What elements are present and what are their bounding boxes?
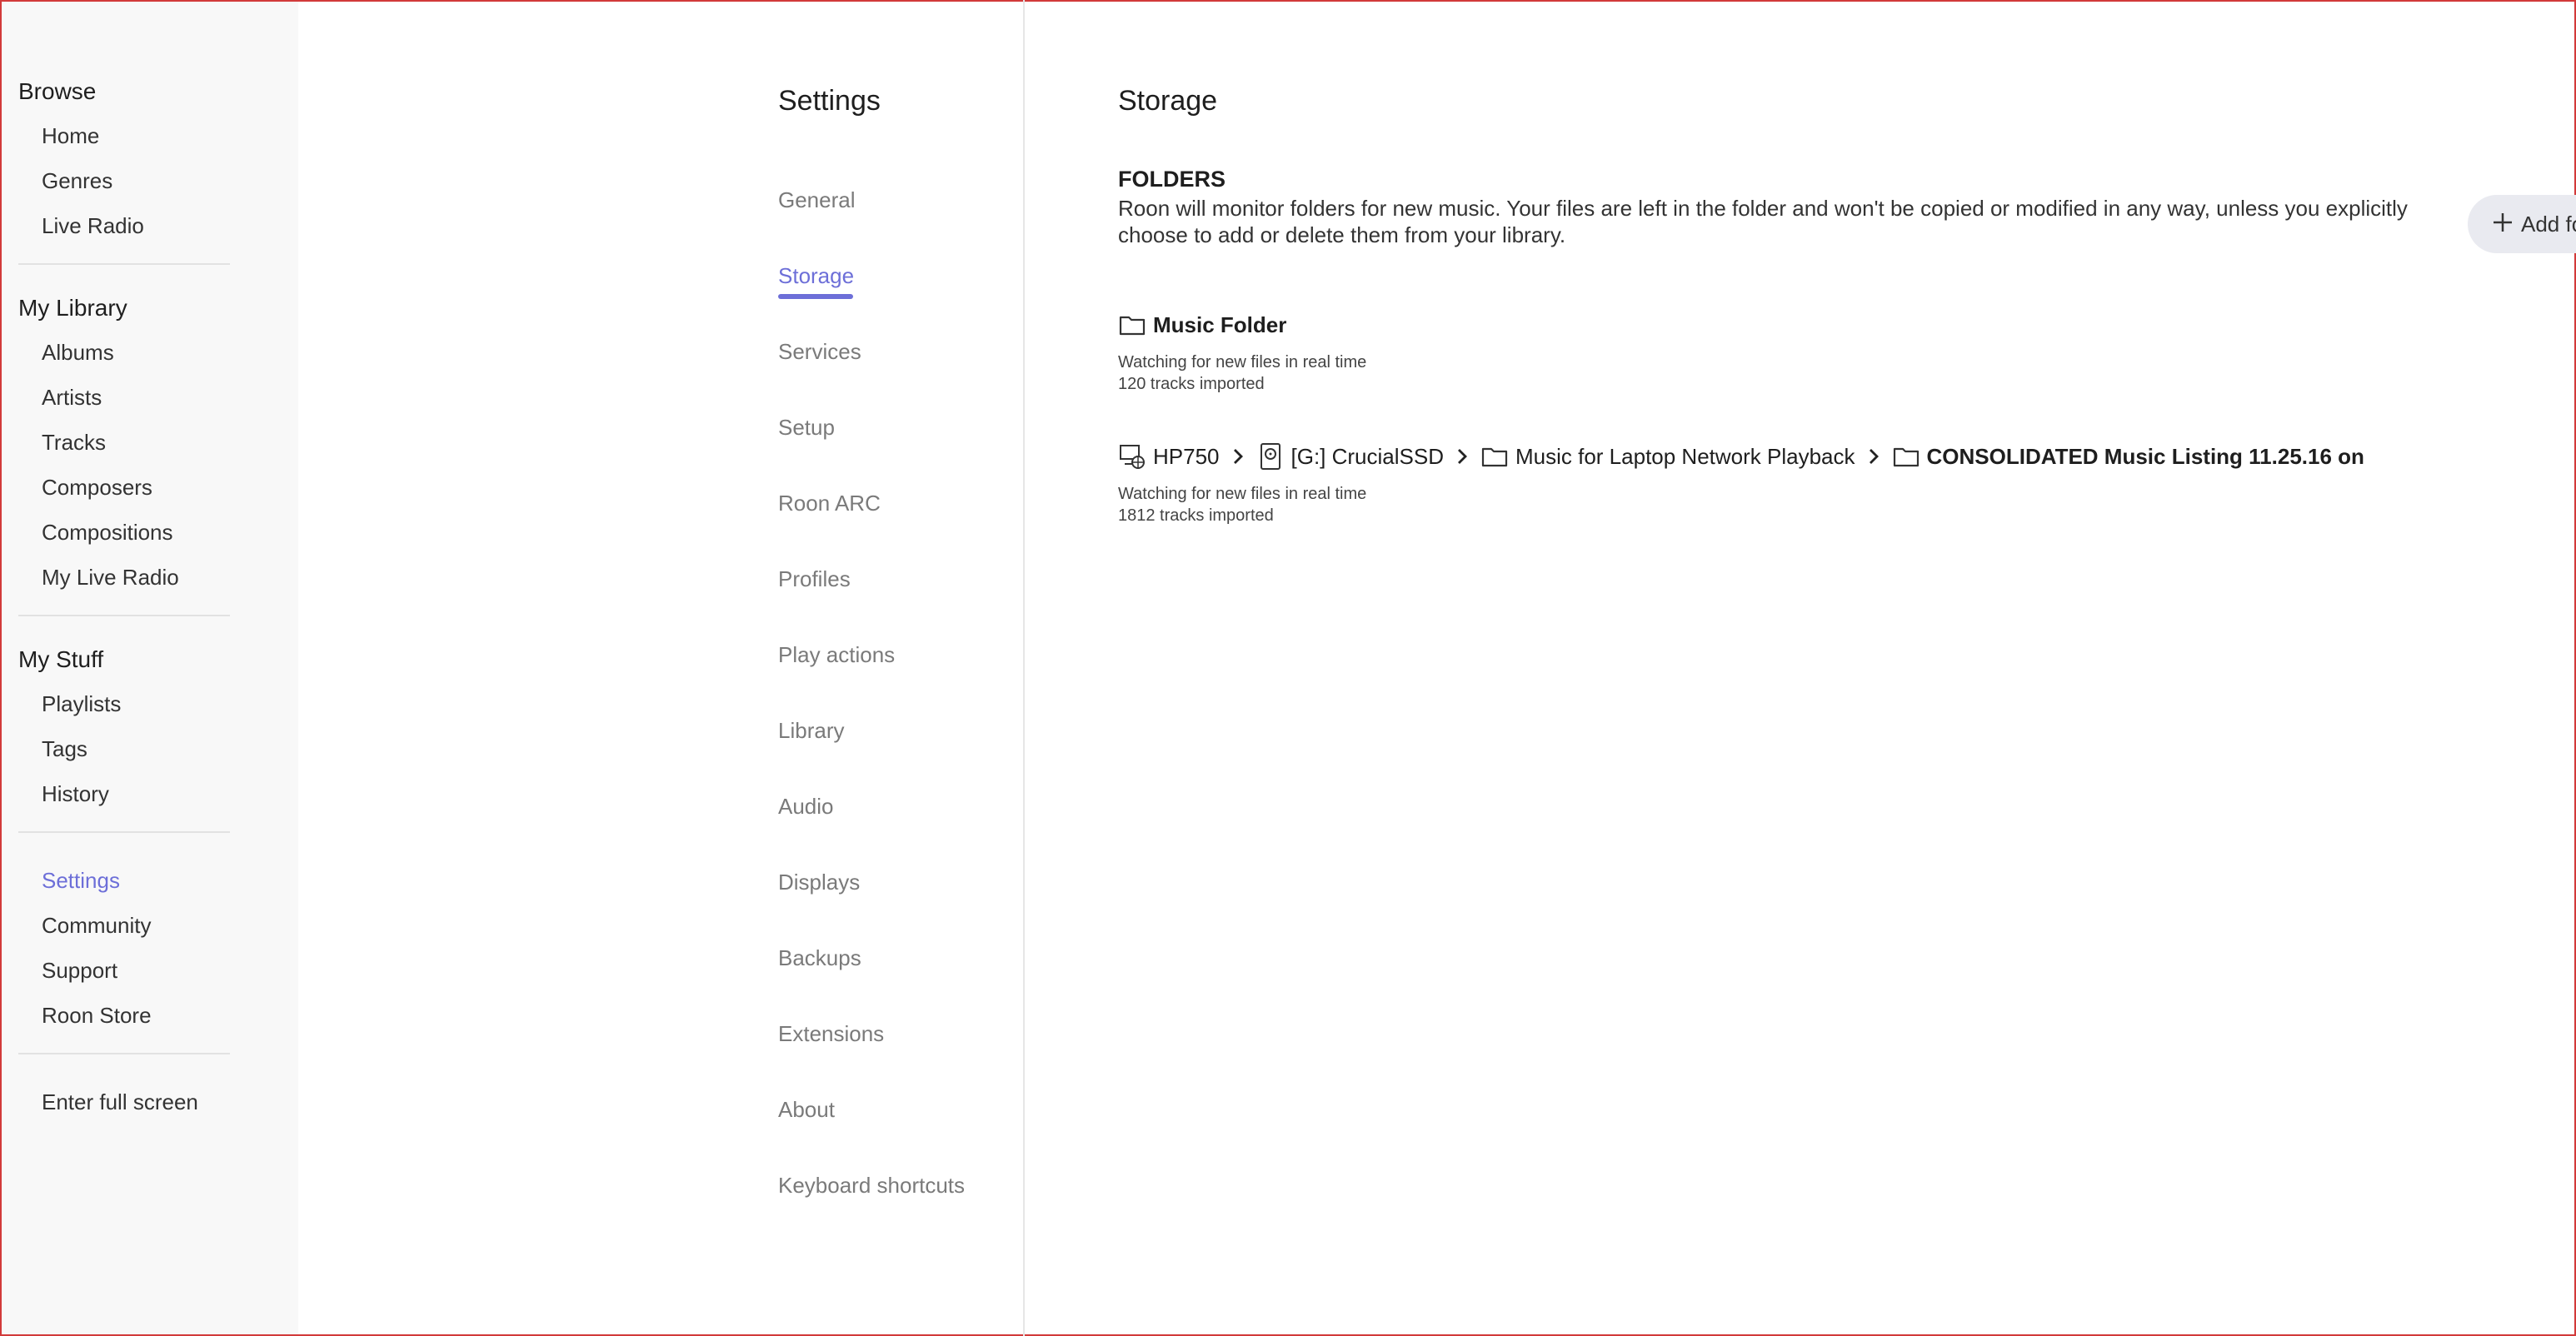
nav-divider [18, 615, 230, 616]
path-segment-folder[interactable]: CONSOLIDATED Music Listing 11.25.16 on [1892, 442, 2364, 471]
chevron-right-icon [1231, 447, 1245, 466]
settings-item-label: Library [778, 718, 845, 743]
settings-setup[interactable]: Setup [778, 407, 965, 483]
plus-icon [2491, 209, 2514, 239]
nav-playlists[interactable]: Playlists [2, 681, 298, 726]
settings-item-label: Roon ARC [778, 491, 881, 516]
settings-item-label: Profiles [778, 566, 851, 591]
settings-item-label: Keyboard shortcuts [778, 1173, 966, 1198]
chevron-right-icon [1455, 447, 1469, 466]
settings-item-label: General [778, 187, 856, 212]
settings-play-actions[interactable]: Play actions [778, 635, 965, 710]
library-group: My Library Albums Artists Tracks Compose… [2, 290, 298, 600]
settings-extensions[interactable]: Extensions [778, 1014, 965, 1089]
settings-item-label: Storage [778, 263, 855, 288]
folder-track-count: 120 tracks imported [1118, 375, 1265, 393]
folders-heading: FOLDERS [1118, 167, 1226, 192]
page-title: Storage [1118, 85, 1218, 117]
nav-divider [18, 263, 230, 265]
settings-general[interactable]: General [778, 180, 965, 256]
settings-menu-column: Settings General Storage Services Setup … [778, 0, 1023, 1336]
nav-history[interactable]: History [2, 771, 298, 816]
path-segment-computer[interactable]: HP750 [1118, 442, 1220, 471]
settings-displays[interactable]: Displays [778, 862, 965, 938]
browse-title: Browse [18, 78, 97, 104]
folder-entry[interactable]: HP750 [G:] CrucialSSD Music for Laptop N… [1118, 440, 2364, 526]
settings-services[interactable]: Services [778, 332, 965, 407]
library-title: My Library [18, 295, 127, 321]
path-segment-label: CONSOLIDATED Music Listing 11.25.16 on [1926, 443, 2364, 469]
folder-icon [1118, 311, 1146, 339]
left-navigation: Browse Home Genres Live Radio My Library… [2, 2, 298, 1334]
column-divider [1023, 0, 1025, 1336]
nav-support[interactable]: Support [2, 948, 298, 993]
folder-icon [1892, 442, 1920, 471]
path-segment-label: Music for Laptop Network Playback [1515, 443, 1855, 469]
nav-live-radio[interactable]: Live Radio [2, 203, 298, 248]
add-folder-label: Add fo [2521, 211, 2576, 237]
folder-status: Watching for new files in real time [1118, 353, 1367, 371]
settings-backups[interactable]: Backups [778, 938, 965, 1014]
nav-roon-store[interactable]: Roon Store [2, 993, 298, 1038]
nav-divider [18, 831, 230, 833]
path-segment-drive[interactable]: [G:] CrucialSSD [1256, 442, 1445, 471]
settings-about[interactable]: About [778, 1089, 965, 1165]
path-segment-label: HP750 [1153, 443, 1220, 469]
path-segment-label: [G:] CrucialSSD [1290, 443, 1445, 469]
settings-library[interactable]: Library [778, 710, 965, 786]
hard-drive-icon [1256, 442, 1285, 471]
folder-name[interactable]: Music Folder [1153, 312, 1286, 338]
folder-status: Watching for new files in real time [1118, 485, 1367, 503]
active-tab-underline [778, 294, 853, 299]
folder-icon [1480, 442, 1509, 471]
nav-community[interactable]: Community [2, 903, 298, 948]
settings-item-label: Backups [778, 945, 861, 970]
nav-home[interactable]: Home [2, 113, 298, 158]
settings-menu: General Storage Services Setup Roon ARC … [778, 180, 965, 1241]
settings-item-label: Audio [778, 794, 834, 819]
path-segment-folder[interactable]: Music for Laptop Network Playback [1480, 442, 1855, 471]
nav-tracks[interactable]: Tracks [2, 420, 298, 465]
nav-artists[interactable]: Artists [2, 375, 298, 420]
settings-profiles[interactable]: Profiles [778, 559, 965, 635]
nav-albums[interactable]: Albums [2, 330, 298, 375]
stuff-group: My Stuff Playlists Tags History [2, 641, 298, 816]
chevron-right-icon [1867, 447, 1880, 466]
folder-path: HP750 [G:] CrucialSSD Music for Laptop N… [1118, 440, 2364, 473]
stuff-title: My Stuff [18, 646, 104, 672]
nav-compositions[interactable]: Compositions [2, 510, 298, 555]
folder-entry[interactable]: Music Folder Watching for new files in r… [1118, 308, 1366, 395]
settings-item-label: About [778, 1097, 835, 1122]
settings-roon-arc[interactable]: Roon ARC [778, 483, 965, 559]
settings-title: Settings [778, 85, 881, 117]
settings-item-label: Displays [778, 870, 861, 895]
settings-keyboard-shortcuts[interactable]: Keyboard shortcuts [778, 1165, 965, 1241]
folder-meta: Watching for new files in real time 1812… [1118, 483, 2364, 526]
folders-description: Roon will monitor folders for new music.… [1118, 196, 2408, 247]
add-folder-button[interactable]: Add fo [2468, 195, 2576, 253]
settings-item-label: Play actions [778, 642, 896, 667]
nav-tags[interactable]: Tags [2, 726, 298, 771]
nav-my-live-radio[interactable]: My Live Radio [2, 555, 298, 600]
enter-full-screen-button[interactable]: Enter full screen [2, 1079, 298, 1124]
folder-meta: Watching for new files in real time 120 … [1118, 351, 1366, 395]
nav-divider [18, 1053, 230, 1054]
network-computer-icon [1118, 442, 1146, 471]
browse-group: Browse Home Genres Live Radio [2, 73, 298, 248]
nav-settings[interactable]: Settings [2, 858, 298, 903]
nav-genres[interactable]: Genres [2, 158, 298, 203]
settings-audio[interactable]: Audio [778, 786, 965, 862]
settings-item-label: Setup [778, 415, 835, 440]
settings-item-label: Services [778, 339, 861, 364]
folder-path: Music Folder [1118, 308, 1366, 341]
storage-panel: Storage FOLDERS Roon will monitor folder… [1118, 0, 2576, 1336]
misc-group: Settings Community Support Roon Store [2, 858, 298, 1038]
nav-composers[interactable]: Composers [2, 465, 298, 510]
settings-item-label: Extensions [778, 1021, 885, 1046]
folder-track-count: 1812 tracks imported [1118, 506, 1274, 525]
settings-storage[interactable]: Storage [778, 256, 965, 332]
